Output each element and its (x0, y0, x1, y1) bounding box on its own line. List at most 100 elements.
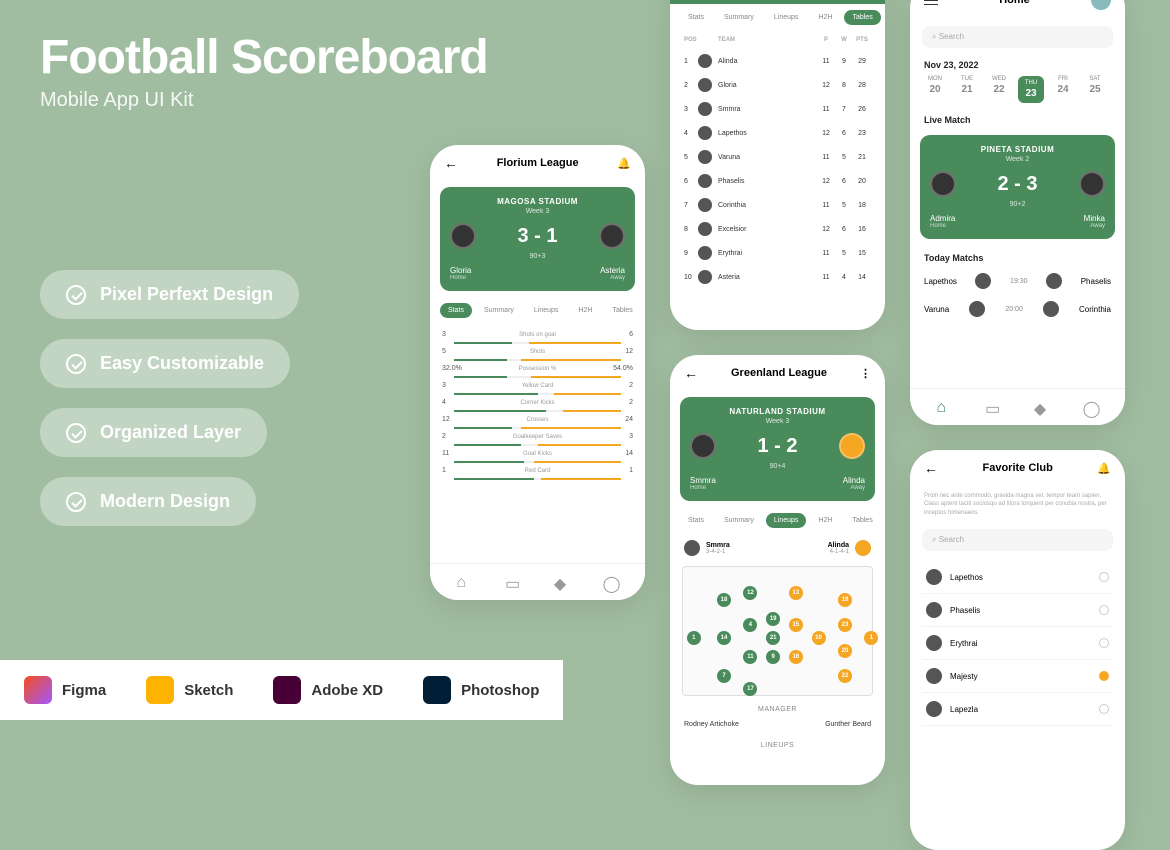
player-marker[interactable]: 12 (743, 586, 757, 600)
table-row[interactable]: 1Alinda11929 (670, 49, 885, 73)
away-team-avatar[interactable] (839, 433, 865, 459)
day-option[interactable]: TUE21 (954, 76, 980, 103)
player-marker[interactable]: 11 (743, 650, 757, 664)
table-row[interactable]: 5Varuna11521 (670, 145, 885, 169)
tab-tables[interactable]: Tables (844, 10, 880, 25)
radio-icon[interactable] (1099, 671, 1109, 681)
player-marker[interactable]: 7 (717, 669, 731, 683)
player-marker[interactable]: 20 (838, 644, 852, 658)
player-marker[interactable]: 14 (717, 631, 731, 645)
radio-icon[interactable] (1099, 572, 1109, 582)
table-row[interactable]: 9Erythrai11515 (670, 241, 885, 265)
day-option[interactable]: SAT25 (1082, 76, 1108, 103)
player-marker[interactable]: 16 (789, 650, 803, 664)
player-marker[interactable]: 18 (717, 593, 731, 607)
player-marker[interactable]: 1 (864, 631, 878, 645)
tab-lineups[interactable]: Lineups (766, 10, 807, 25)
tab-h2h[interactable]: H2H (570, 303, 600, 318)
player-marker[interactable]: 13 (789, 586, 803, 600)
back-icon[interactable]: ← (444, 155, 458, 171)
bell-icon[interactable]: 🔔 (1097, 462, 1111, 475)
alerts-icon[interactable]: ◆ (554, 574, 570, 590)
tab-tables[interactable]: Tables (844, 513, 880, 528)
tool-ps: Photoshop (423, 676, 539, 704)
check-icon (66, 423, 86, 443)
table-row[interactable]: 7Corinthia11518 (670, 193, 885, 217)
stat-row: 1Red Card1 (442, 464, 633, 477)
player-marker[interactable]: 21 (766, 631, 780, 645)
home-icon[interactable]: ⌂ (936, 399, 952, 415)
match-row[interactable]: Varuna20:00Corinthia (910, 295, 1125, 323)
tab-h2h[interactable]: H2H (810, 10, 840, 25)
player-marker[interactable]: 10 (812, 631, 826, 645)
hero-subtitle: Mobile App UI Kit (40, 89, 488, 112)
player-marker[interactable]: 19 (838, 593, 852, 607)
home-team-avatar[interactable] (690, 433, 716, 459)
table-row[interactable]: 2Gloria12828 (670, 73, 885, 97)
back-icon[interactable]: ← (684, 365, 698, 381)
table-row[interactable]: 3Smmra11726 (670, 97, 885, 121)
table-row[interactable]: 10Asteria11414 (670, 265, 885, 289)
calendar-icon[interactable]: ▭ (505, 574, 521, 590)
match-row[interactable]: Lapethos19:30Phaselis (910, 267, 1125, 295)
tab-bar: Stats Summary Lineups H2H Tables (430, 297, 645, 324)
player-marker[interactable]: 4 (743, 618, 757, 632)
tab-lineups[interactable]: Lineups (766, 513, 807, 528)
bottom-nav: ⌂ ▭ ◆ ◯ (430, 563, 645, 600)
club-row[interactable]: Majesty (922, 660, 1113, 693)
calendar-icon[interactable]: ▭ (985, 399, 1001, 415)
tab-stats[interactable]: Stats (680, 513, 712, 528)
player-marker[interactable]: 15 (789, 618, 803, 632)
bell-icon[interactable]: 🔔 (617, 157, 631, 170)
table-row[interactable]: 6Phaselis12620 (670, 169, 885, 193)
player-marker[interactable]: 22 (838, 669, 852, 683)
day-option[interactable]: FRI24 (1050, 76, 1076, 103)
home-team-avatar[interactable] (450, 223, 476, 249)
more-icon[interactable]: ⋮ (860, 367, 871, 380)
search-input[interactable]: ⌕ Search (922, 529, 1113, 551)
club-row[interactable]: Erythrai (922, 627, 1113, 660)
tab-h2h[interactable]: H2H (810, 513, 840, 528)
figma-icon (24, 676, 52, 704)
club-row[interactable]: Lapezla (922, 693, 1113, 726)
radio-icon[interactable] (1099, 704, 1109, 714)
player-marker[interactable]: 19 (766, 612, 780, 626)
day-option[interactable]: THU23 (1018, 76, 1044, 103)
radio-icon[interactable] (1099, 638, 1109, 648)
player-marker[interactable]: 17 (743, 682, 757, 696)
profile-icon[interactable]: ◯ (603, 574, 619, 590)
menu-icon[interactable] (924, 0, 938, 5)
user-avatar[interactable] (1091, 0, 1111, 10)
player-marker[interactable]: 23 (838, 618, 852, 632)
live-match-card[interactable]: PINETA STADIUM Week 2 2 - 3 90+2 AdmiraH… (920, 135, 1115, 239)
tab-lineups[interactable]: Lineups (526, 303, 567, 318)
player-marker[interactable]: 1 (687, 631, 701, 645)
tab-tables[interactable]: Tables (604, 303, 640, 318)
stat-row: 12Crosses24 (442, 413, 633, 426)
club-row[interactable]: Phaselis (922, 594, 1113, 627)
back-icon[interactable]: ← (924, 460, 938, 476)
radio-icon[interactable] (1099, 605, 1109, 615)
tab-summary[interactable]: Summary (716, 513, 762, 528)
stat-row: 2Goalkeeper Saves3 (442, 430, 633, 443)
stat-row: 5Shots12 (442, 345, 633, 358)
search-input[interactable]: ⌕ Search (922, 26, 1113, 48)
stat-row: 3Shots on goal6 (442, 328, 633, 341)
table-row[interactable]: 4Lapethos12623 (670, 121, 885, 145)
tab-summary[interactable]: Summary (716, 10, 762, 25)
club-row[interactable]: Lapethos (922, 561, 1113, 594)
profile-icon[interactable]: ◯ (1083, 399, 1099, 415)
screen-favorite-club: ← Favorite Club 🔔 Proin nec ante commodo… (910, 450, 1125, 850)
table-row[interactable]: 8Excelsior12616 (670, 217, 885, 241)
tab-stats[interactable]: Stats (680, 10, 712, 25)
alerts-icon[interactable]: ◆ (1034, 399, 1050, 415)
feature-item: Organized Layer (40, 408, 267, 457)
away-team-avatar[interactable] (599, 223, 625, 249)
player-marker[interactable]: 9 (766, 650, 780, 664)
home-icon[interactable]: ⌂ (456, 574, 472, 590)
search-icon: ⌕ (932, 535, 936, 544)
tab-summary[interactable]: Summary (476, 303, 522, 318)
tab-stats[interactable]: Stats (440, 303, 472, 318)
day-option[interactable]: MON20 (922, 76, 948, 103)
day-option[interactable]: WED22 (986, 76, 1012, 103)
